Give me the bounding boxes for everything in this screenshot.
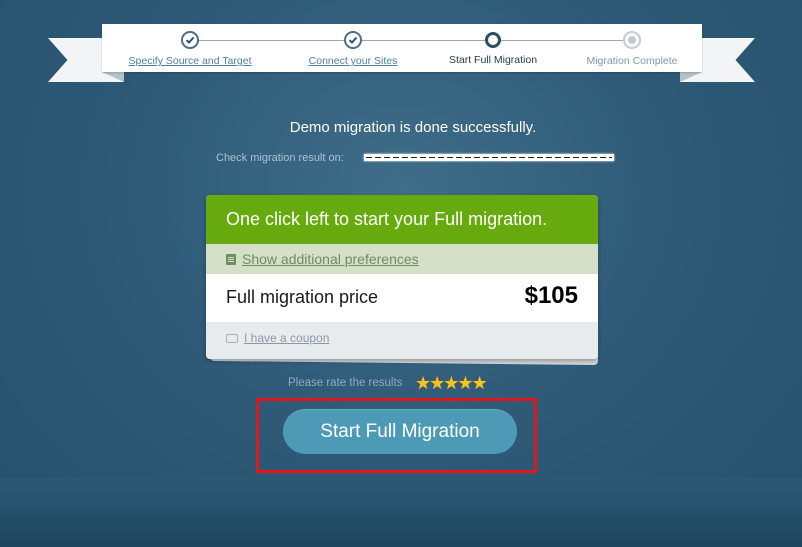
start-full-migration-button[interactable]: Start Full Migration [283,409,517,454]
price-value: $105 [524,282,578,309]
step-done-indicator [344,31,362,49]
preferences-toggle[interactable]: Show additional preferences [206,244,598,274]
migration-card: One click left to start your Full migrat… [206,195,598,359]
step-connect-sites[interactable]: Connect your Sites [273,31,433,67]
success-message: Demo migration is done successfully. [289,119,537,136]
rating-stars[interactable]: ★★★★★ [415,373,488,394]
coupon-link[interactable]: I have a coupon [244,331,329,345]
step-migration-complete: Migration Complete [552,31,712,67]
card-header: One click left to start your Full migrat… [206,195,598,244]
coupon-icon [226,334,238,343]
step-specify-source-target[interactable]: Specify Source and Target [110,31,270,67]
price-row: Full migration price $105 [206,274,598,322]
coupon-row[interactable]: I have a coupon [206,322,598,359]
price-label: Full migration price [226,287,379,307]
check-icon [185,36,195,44]
preferences-link[interactable]: Show additional preferences [242,251,419,267]
result-url-redacted[interactable] [364,154,614,161]
check-icon [348,36,358,44]
step-current-indicator [485,32,501,48]
page-footer-band [0,478,802,547]
progress-steps: Specify Source and Target Connect your S… [102,24,702,72]
step-start-full-migration: Start Full Migration [413,31,573,66]
step-label[interactable]: Connect your Sites [273,55,433,67]
rating-label: Please rate the results [288,377,403,389]
step-label: Migration Complete [586,55,678,67]
list-icon [226,254,236,265]
step-future-indicator [623,31,641,49]
step-label: Start Full Migration [448,54,538,66]
step-label[interactable]: Specify Source and Target [110,55,270,67]
step-done-indicator [181,31,199,49]
check-result-label: Check migration result on: [216,152,344,164]
